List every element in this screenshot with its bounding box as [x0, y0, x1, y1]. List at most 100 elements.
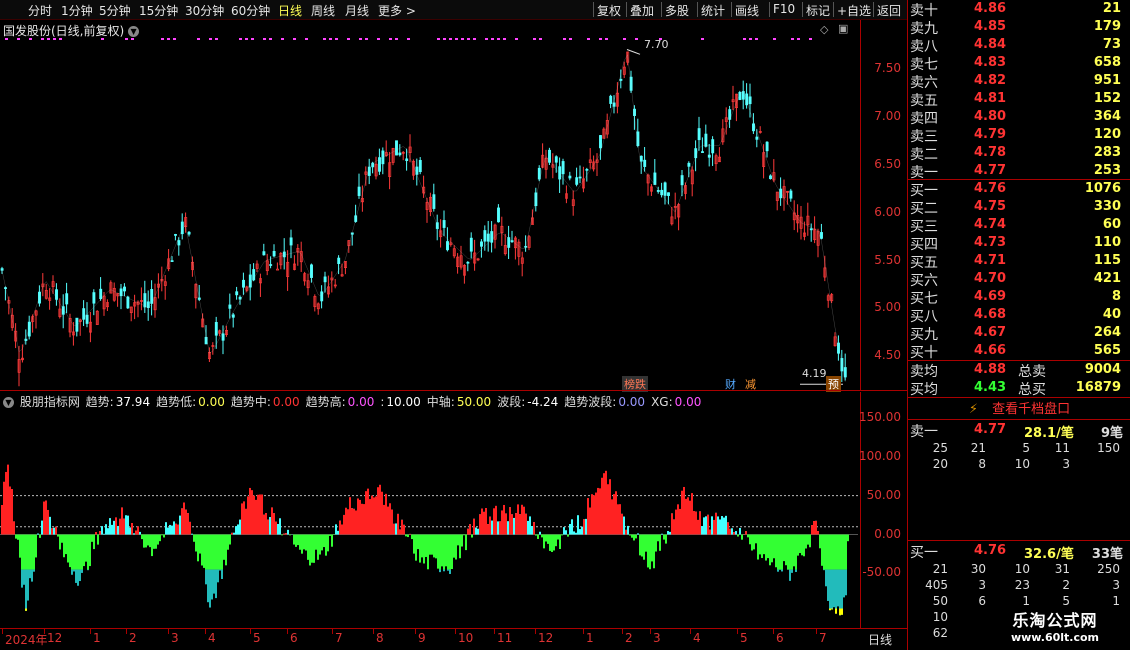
green-bar: [69, 534, 71, 568]
toolbar-action-5[interactable]: F10: [773, 2, 795, 16]
red-bar: [357, 498, 359, 535]
cyan-bar: [125, 515, 127, 535]
teal-bar: [73, 569, 75, 572]
ask-label: 卖三: [910, 129, 938, 145]
toolbar-action-2[interactable]: 多股: [665, 2, 689, 19]
green-bar: [455, 534, 457, 560]
ask-row[interactable]: 卖三 4.79 120: [908, 126, 1130, 145]
price-tick: 5.50: [874, 252, 901, 267]
buy1-order-cell: 23: [1014, 578, 1030, 592]
period-tab-6[interactable]: 日线: [278, 2, 302, 19]
cyan-bar: [701, 526, 703, 535]
period-tab-8[interactable]: 月线: [345, 2, 369, 19]
cyan-bar: [133, 533, 135, 535]
price-tick: 7.00: [874, 108, 901, 123]
candle-body: [486, 233, 490, 242]
ask-qty: 179: [1093, 19, 1121, 34]
ask-row[interactable]: 卖十 4.86 21: [908, 0, 1130, 19]
period-tab-4[interactable]: 30分钟: [185, 2, 224, 19]
bid-row[interactable]: 买一 4.76 1076: [908, 180, 1130, 199]
cyan-bar: [477, 528, 479, 535]
green-bar: [837, 534, 839, 570]
red-bar: [243, 501, 245, 535]
candle-body: [561, 161, 565, 175]
diamond-icon[interactable]: ◇: [820, 23, 828, 36]
ask-row[interactable]: 卖七 4.83 658: [908, 54, 1130, 73]
ask-row[interactable]: 卖五 4.81 152: [908, 90, 1130, 109]
green-bar: [89, 534, 91, 567]
ask-row[interactable]: 卖一 4.77 253: [908, 162, 1130, 181]
green-bar: [449, 534, 451, 570]
candle-body: [126, 296, 130, 309]
expand-icon[interactable]: ▣: [838, 22, 848, 35]
cyan-bar: [579, 529, 581, 535]
green-bar: [755, 534, 757, 544]
ask-row[interactable]: 卖八 4.84 73: [908, 36, 1130, 55]
candle-body: [405, 158, 409, 162]
teal-bar: [205, 569, 207, 585]
bid-row[interactable]: 买八 4.68 40: [908, 306, 1130, 325]
red-bar: [271, 507, 273, 535]
candle-body: [609, 95, 613, 104]
red-bar: [607, 484, 609, 535]
bid-row[interactable]: 买七 4.69 8: [908, 288, 1130, 307]
period-tab-3[interactable]: 15分钟: [139, 2, 178, 19]
view-depth-button[interactable]: ⚡ 查看千档盘口: [908, 398, 1130, 418]
period-tab-1[interactable]: 1分钟: [61, 2, 93, 19]
toolbar-action-8[interactable]: 返回: [877, 2, 901, 19]
bid-row[interactable]: 买九 4.67 264: [908, 324, 1130, 343]
ask-label: 卖八: [910, 39, 938, 55]
chevron-down-icon[interactable]: ▼: [128, 26, 140, 37]
bid-row[interactable]: 买二 4.75 330: [908, 198, 1130, 217]
toolbar-action-3[interactable]: 统计: [701, 2, 725, 19]
bid-row[interactable]: 买五 4.71 115: [908, 252, 1130, 271]
period-tab-2[interactable]: 5分钟: [99, 2, 131, 19]
sell1-order-cell: 10: [1014, 457, 1030, 471]
ask-price: 4.82: [974, 73, 1007, 88]
cyan-bar: [571, 519, 573, 535]
toolbar-action-6[interactable]: 标记: [806, 2, 830, 19]
green-bar: [29, 534, 31, 570]
signal-dot: [263, 38, 266, 40]
ask-row[interactable]: 卖六 4.82 951: [908, 72, 1130, 91]
green-bar: [839, 534, 841, 570]
red-bar: [187, 513, 189, 535]
cyan-bar: [113, 520, 115, 535]
red-bar: [377, 487, 379, 535]
candle-body: [497, 207, 500, 223]
period-tab-7[interactable]: 周线: [311, 2, 335, 19]
period-tab-0[interactable]: 分时: [28, 2, 52, 19]
cyan-bar: [107, 528, 109, 535]
green-bar: [193, 534, 195, 542]
period-label[interactable]: 日线: [868, 631, 892, 648]
green-bar: [143, 534, 145, 548]
red-bar: [257, 494, 259, 535]
toolbar-action-0[interactable]: 复权: [597, 2, 621, 19]
candle-body: [680, 175, 684, 186]
bid-row[interactable]: 买三 4.74 60: [908, 216, 1130, 235]
bid-row[interactable]: 买四 4.73 110: [908, 234, 1130, 253]
toolbar-action-7[interactable]: +自选: [837, 2, 871, 19]
bid-row[interactable]: 买十 4.66 565: [908, 342, 1130, 361]
period-tab-9[interactable]: 更多 >: [378, 2, 416, 19]
ask-qty: 73: [1102, 37, 1121, 52]
green-bar: [535, 534, 537, 536]
toolbar-action-1[interactable]: 叠加: [630, 2, 654, 19]
green-bar: [843, 534, 845, 570]
toolbar-action-4[interactable]: 画线: [735, 2, 759, 19]
green-bar: [657, 534, 659, 542]
ask-row[interactable]: 卖九 4.85 179: [908, 18, 1130, 37]
red-bar: [375, 496, 377, 535]
sell1-order-cell: 150: [1097, 441, 1120, 455]
candle-body: [123, 286, 126, 292]
candlestick-chart[interactable]: [0, 38, 860, 390]
cyan-bar: [109, 518, 111, 535]
buy1-order-cell: 1: [1022, 594, 1030, 608]
indicator-chart[interactable]: [0, 406, 860, 628]
green-bar: [151, 534, 153, 557]
period-tab-5[interactable]: 60分钟: [231, 2, 270, 19]
ask-row[interactable]: 卖二 4.78 283: [908, 144, 1130, 163]
bid-row[interactable]: 买六 4.70 421: [908, 270, 1130, 289]
buy1-order-cell: 50: [932, 594, 948, 608]
ask-row[interactable]: 卖四 4.80 364: [908, 108, 1130, 127]
